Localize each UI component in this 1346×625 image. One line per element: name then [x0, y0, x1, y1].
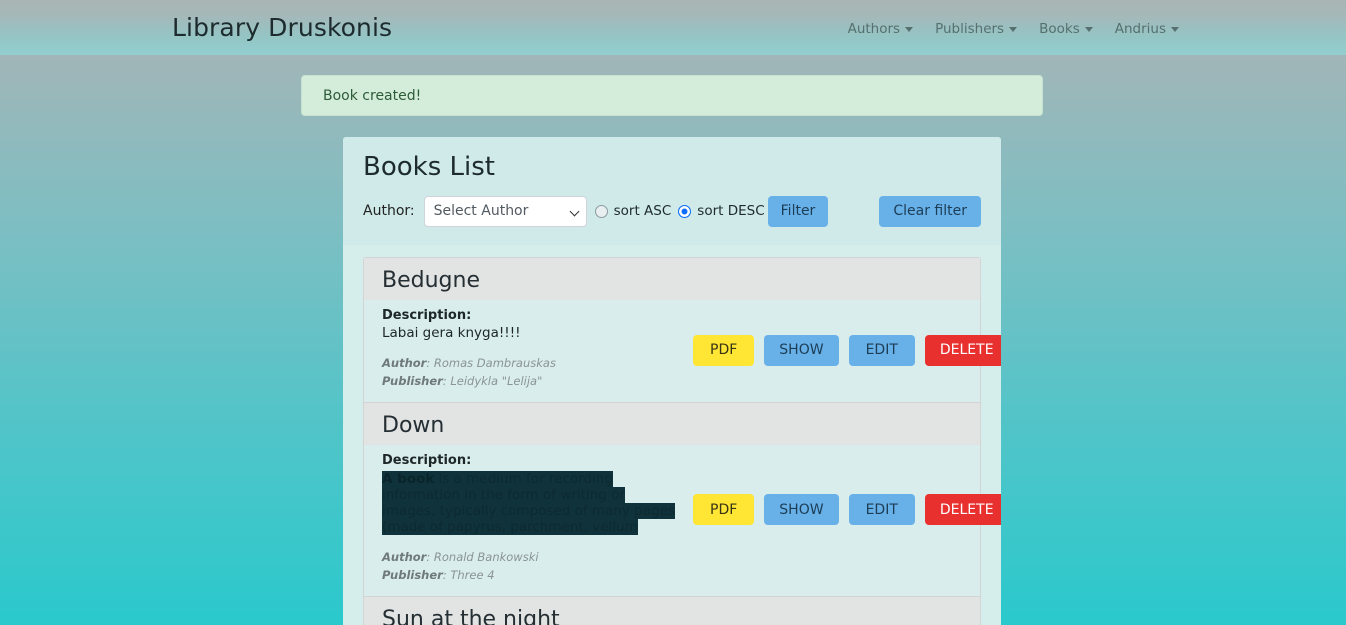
books-list: Bedugne Description: Labai gera knyga!!!… [343, 244, 1001, 625]
pdf-button[interactable]: PDF [693, 334, 755, 366]
chevron-down-icon [1171, 27, 1179, 32]
edit-button[interactable]: EDIT [848, 494, 915, 526]
author-select[interactable]: Select Author [423, 195, 587, 227]
book-card-header: Bedugne [364, 257, 980, 300]
book-card-body: Description: A book is a medium for reco… [364, 445, 1001, 596]
book-author-value: Ronald Bankowski [433, 550, 539, 565]
top-navbar: Library Druskonis Authors Publishers Boo… [0, 0, 1346, 55]
book-card-header: Down [364, 402, 980, 446]
nav-item-label: Authors [847, 20, 901, 37]
author-filter-label: Author: [363, 203, 415, 220]
nav-item-publishers[interactable]: Publishers [935, 20, 1018, 37]
radio-sort-asc-label[interactable]: sort ASC [614, 203, 672, 219]
publisher-label: Publisher [382, 373, 443, 388]
book-description-bold: A book [382, 470, 435, 487]
book-info: Description: Labai gera knyga!!!! Author… [382, 308, 687, 390]
nav-item-label: Andrius [1114, 20, 1166, 37]
book-actions: PDF SHOW EDIT DELETE [693, 334, 1001, 366]
description-label: Description: [382, 453, 472, 469]
edit-button[interactable]: EDIT [848, 334, 915, 366]
book-meta: Author: Romas Dambrauskas Publisher: Lei… [382, 355, 687, 390]
author-separator: : [426, 356, 434, 371]
page-title: Books List [363, 152, 495, 182]
panel-header: Books List Author: Select Author sort AS… [343, 137, 1001, 245]
filter-button[interactable]: Filter [767, 195, 829, 227]
delete-button[interactable]: DELETE [924, 494, 1001, 526]
show-button[interactable]: SHOW [764, 494, 839, 526]
delete-button[interactable]: DELETE [924, 334, 1001, 366]
nav-item-user-menu[interactable]: Andrius [1115, 21, 1179, 37]
author-label: Author [382, 356, 427, 371]
clear-filter-button[interactable]: Clear filter [879, 195, 981, 227]
book-card: Bedugne Description: Labai gera knyga!!!… [363, 256, 1001, 402]
author-label: Author [382, 550, 427, 565]
nav-item-label: Publishers [935, 20, 1005, 37]
book-card: Sun at the night Description: Wonderful … [363, 595, 981, 625]
book-title: Bedugne [382, 267, 480, 293]
success-alert: Book created! [301, 75, 1043, 116]
author-select-wrap: Select Author [423, 195, 587, 227]
filter-bar: Author: Select Author sort ASC sort DESC… [363, 195, 981, 227]
book-card: Down Description: A book is a medium for… [363, 401, 1001, 596]
books-panel: Books List Author: Select Author sort AS… [343, 137, 1001, 625]
publisher-label: Publisher [382, 567, 443, 582]
book-title: Down [382, 412, 445, 438]
nav-links: Authors Publishers Books Andrius [848, 21, 1324, 37]
author-separator: : [426, 550, 434, 565]
book-description: A book is a medium for recording informa… [382, 470, 675, 536]
book-actions: PDF SHOW EDIT DELETE [693, 494, 1001, 526]
show-button[interactable]: SHOW [764, 334, 839, 366]
book-description: Labai gera knyga!!!! [382, 325, 521, 342]
sort-radio-group: sort ASC sort DESC [594, 203, 772, 219]
book-info: Description: A book is a medium for reco… [382, 453, 687, 584]
book-publisher-value: Leidykla "Lelija" [450, 373, 543, 388]
book-meta: Author: Ronald Bankowski Publisher: Thre… [382, 549, 687, 584]
book-card-header: Sun at the night [364, 596, 980, 625]
book-publisher-value: Three 4 [450, 567, 495, 582]
description-label: Description: [382, 307, 472, 323]
book-publisher-line: Publisher: Three 4 [382, 567, 687, 584]
book-publisher-line: Publisher: Leidykla "Lelija" [382, 373, 687, 390]
nav-item-authors[interactable]: Authors [847, 20, 914, 37]
book-author-value: Romas Dambrauskas [433, 356, 556, 371]
pdf-button[interactable]: PDF [693, 494, 755, 526]
book-author-line: Author: Ronald Bankowski [382, 549, 687, 566]
chevron-down-icon [905, 27, 914, 32]
book-title: Sun at the night [382, 606, 560, 625]
chevron-down-icon [1009, 27, 1018, 32]
book-author-line: Author: Romas Dambrauskas [382, 355, 687, 372]
nav-item-books[interactable]: Books [1039, 21, 1093, 37]
chevron-down-icon [1084, 27, 1093, 32]
book-card-body: Description: Labai gera knyga!!!! Author… [364, 299, 1001, 402]
alert-message: Book created! [323, 87, 422, 104]
nav-item-label: Books [1039, 20, 1080, 37]
radio-sort-desc-label[interactable]: sort DESC [697, 203, 764, 219]
book-description-wrap: A book is a medium for recording informa… [382, 470, 682, 536]
radio-sort-desc[interactable] [678, 204, 692, 218]
site-brand[interactable]: Library Druskonis [172, 15, 392, 40]
radio-sort-asc[interactable] [594, 204, 608, 218]
